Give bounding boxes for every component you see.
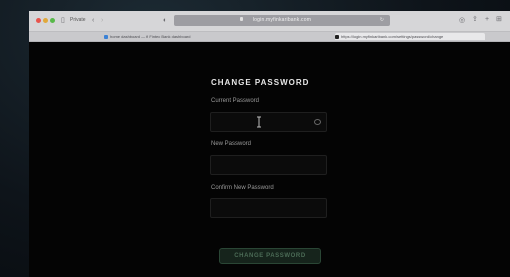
confirm-password-field[interactable] — [210, 198, 327, 218]
current-password-label: Current Password — [211, 98, 260, 104]
close-window-button[interactable] — [36, 18, 41, 23]
chevron-left-icon[interactable]: ‹ — [92, 17, 94, 25]
new-password-label: New Password — [211, 141, 252, 147]
shield-icon[interactable]: ◐ — [163, 17, 167, 25]
tabs-overview-icon[interactable]: ⊞ — [496, 16, 502, 24]
change-password-button[interactable]: CHANGE PASSWORD — [219, 248, 321, 264]
page-content: CHANGE PASSWORD Current Password New Pas… — [29, 42, 510, 277]
eye-icon[interactable] — [314, 119, 321, 125]
address-text: login.myfinkaribank.com — [252, 17, 312, 23]
browser-toolbar: ▯ Private ‹ › ◐ login.myfinkaribank.com … — [29, 11, 510, 32]
tab-label: https://login.myfinkaribank.com/settings… — [341, 34, 444, 39]
private-label: Private — [70, 17, 86, 23]
zoom-window-button[interactable] — [50, 18, 55, 23]
tab-label: home dashboard — fi Fintec Bank dashboar… — [110, 34, 191, 39]
minimize-window-button[interactable] — [43, 18, 48, 23]
address-bar[interactable]: login.myfinkaribank.com ↻ — [174, 15, 390, 26]
tab-favicon — [335, 34, 339, 39]
tab-change-password[interactable]: https://login.myfinkaribank.com/settings… — [335, 33, 485, 40]
tab-strip: home dashboard — fi Fintec Bank dashboar… — [29, 32, 510, 42]
text-cursor-icon — [257, 116, 261, 128]
reload-icon[interactable]: ↻ — [380, 17, 384, 23]
confirm-password-label: Confirm New Password — [211, 185, 274, 191]
sidebar-icon[interactable]: ▯ — [61, 17, 65, 25]
screen: ▯ Private ‹ › ◐ login.myfinkaribank.com … — [29, 11, 510, 277]
new-tab-icon[interactable]: + — [485, 16, 489, 24]
current-password-field[interactable] — [210, 112, 327, 132]
tab-favicon — [104, 34, 108, 39]
chevron-right-icon[interactable]: › — [101, 17, 103, 25]
download-icon[interactable]: ◎ — [459, 17, 465, 25]
share-icon[interactable]: ⇪ — [472, 16, 478, 24]
tab-dashboard[interactable]: home dashboard — fi Fintec Bank dashboar… — [104, 33, 254, 40]
page-title: CHANGE PASSWORD — [211, 78, 310, 87]
new-password-field[interactable] — [210, 155, 327, 175]
